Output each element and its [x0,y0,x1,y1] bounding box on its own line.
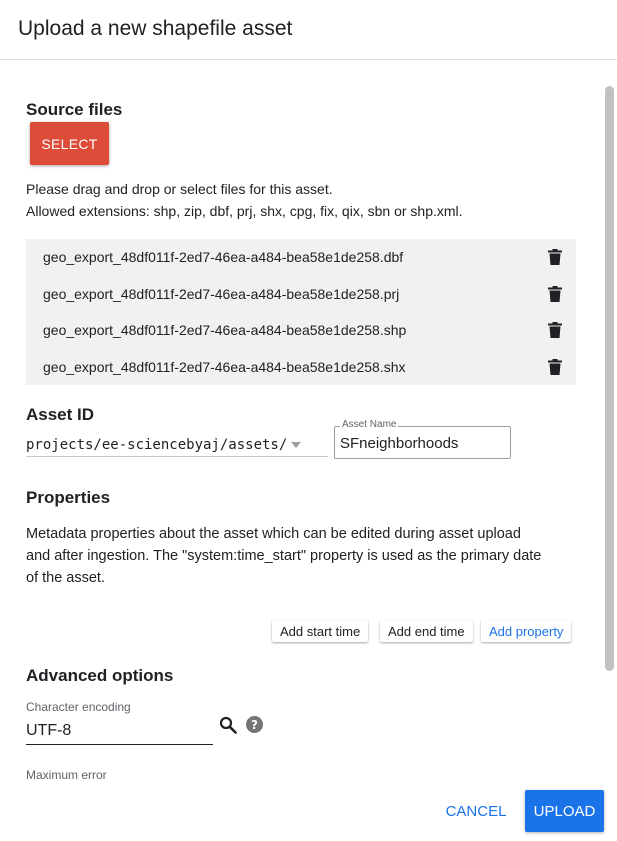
maximum-error-label: Maximum error [26,768,107,780]
character-encoding-input[interactable]: UTF-8 [26,718,213,745]
upload-button[interactable]: UPLOAD [525,790,604,832]
trash-icon[interactable] [548,322,562,338]
file-name: geo_export_48df011f-2ed7-46ea-a484-bea58… [43,285,400,302]
help-icon[interactable]: ? [246,716,263,733]
asset-root-value: projects/ee-sciencebyaj/assets/ [26,437,288,453]
trash-icon[interactable] [548,249,562,265]
character-encoding-label: Character encoding [26,700,131,714]
asset-name-input[interactable]: SFneighborhoods [340,435,458,452]
file-name: geo_export_48df011f-2ed7-46ea-a484-bea58… [43,358,406,375]
properties-description-line3: of the asset. [26,570,105,586]
properties-heading: Properties [26,488,111,507]
properties-description-line2: and after ingestion. The "system:time_st… [26,548,542,564]
file-row: geo_export_48df011f-2ed7-46ea-a484-bea58… [26,239,576,276]
advanced-options-heading: Advanced options [26,666,174,685]
dialog-body[interactable]: Source files SELECT Please drag and drop… [0,60,602,780]
asset-name-label: Asset Name [340,419,399,430]
trash-icon[interactable] [548,358,562,375]
asset-root-select[interactable]: projects/ee-sciencebyaj/assets/ [26,434,328,457]
file-row: geo_export_48df011f-2ed7-46ea-a484-bea58… [26,276,576,313]
properties-description-line1: Metadata properties about the asset whic… [26,526,521,542]
source-files-heading: Source files [26,100,123,119]
trash-icon[interactable] [548,285,562,302]
dialog-title: Upload a new shapefile asset [18,17,293,40]
file-row: geo_export_48df011f-2ed7-46ea-a484-bea58… [26,312,576,349]
asset-id-heading: Asset ID [26,405,95,424]
add-start-time-button[interactable]: Add start time [272,620,369,642]
source-files-help-line2: Allowed extensions: shp, zip, dbf, prj, … [26,203,463,219]
source-files-help-line1: Please drag and drop or select files for… [26,181,333,197]
character-encoding-value: UTF-8 [26,722,72,739]
file-row: geo_export_48df011f-2ed7-46ea-a484-bea58… [26,349,576,386]
file-name: geo_export_48df011f-2ed7-46ea-a484-bea58… [43,322,407,339]
svg-text:?: ? [251,718,258,732]
scrollbar-thumb[interactable] [605,86,614,671]
caret-down-icon[interactable] [290,441,302,449]
add-end-time-button[interactable]: Add end time [380,620,473,642]
file-list: geo_export_48df011f-2ed7-46ea-a484-bea58… [26,239,576,385]
cancel-button[interactable]: CANCEL [440,790,512,832]
select-files-button[interactable]: SELECT [30,122,109,165]
search-icon[interactable] [219,716,237,734]
file-name: geo_export_48df011f-2ed7-46ea-a484-bea58… [43,249,404,266]
add-property-button[interactable]: Add property [481,620,572,642]
